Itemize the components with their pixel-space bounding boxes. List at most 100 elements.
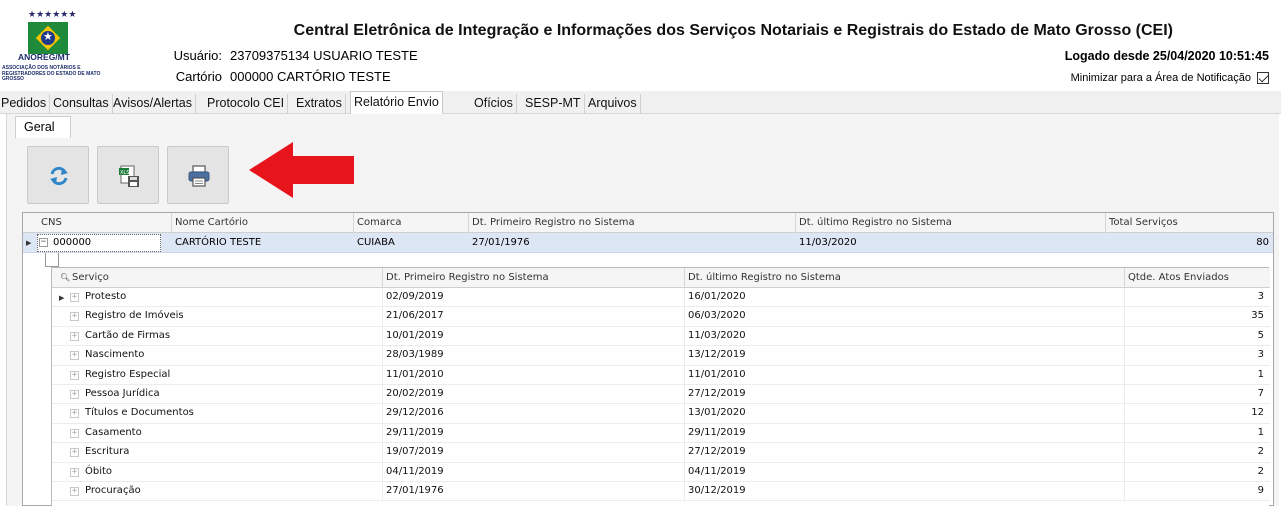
cell-detail-ultimo: 11/03/2020	[688, 329, 746, 341]
cartorio-value: 000000 CARTÓRIO TESTE	[230, 69, 391, 84]
cell-servico: Casamento	[85, 426, 142, 438]
col-dt-primeiro[interactable]: Dt. Primeiro Registro no Sistema	[472, 217, 635, 228]
cell-servico: Nascimento	[85, 349, 145, 361]
expand-icon[interactable]: +	[70, 312, 79, 322]
col-cns[interactable]: CNS	[41, 217, 62, 228]
cell-detail-primeiro: 11/01/2010	[386, 368, 444, 380]
col-nome-cartorio[interactable]: Nome Cartório	[175, 217, 248, 228]
cell-servico: Registro Especial	[85, 368, 171, 380]
list-item[interactable]: + Óbito 04/11/2019 04/11/2019 2	[52, 462, 1270, 482]
cell-detail-primeiro: 04/11/2019	[386, 465, 444, 477]
export-excel-button[interactable]: XLS	[97, 146, 159, 204]
expand-icon[interactable]: +	[70, 351, 79, 361]
detail-grid: 🔍︎ Serviço Dt. Primeiro Registro no Sist…	[51, 267, 1270, 506]
cell-qtde: 2	[1257, 465, 1264, 477]
refresh-button[interactable]	[27, 146, 89, 204]
list-item[interactable]: + Pessoa Jurídica 20/02/2019 27/12/2019 7	[52, 385, 1270, 405]
col-servico[interactable]: Serviço	[72, 272, 109, 283]
subtab-geral[interactable]: Geral	[15, 116, 71, 138]
expand-icon[interactable]: +	[70, 370, 79, 380]
cell-qtde: 2	[1257, 446, 1264, 458]
minimize-option[interactable]: Minimizar para a Área de Notificação	[1071, 72, 1269, 84]
col-detail-ultimo[interactable]: Dt. último Registro no Sistema	[688, 272, 841, 283]
grid-header: CNS Nome Cartório Comarca Dt. Primeiro R…	[23, 213, 1273, 233]
user-value: 23709375134 USUARIO TESTE	[230, 48, 418, 63]
expand-icon[interactable]: +	[70, 428, 79, 438]
print-button[interactable]	[167, 146, 229, 204]
list-item[interactable]: + Registro de Imóveis 21/06/2017 06/03/2020…	[52, 307, 1270, 327]
cell-servico: Registro de Imóveis	[85, 310, 184, 322]
refresh-icon	[50, 166, 68, 186]
cell-detail-ultimo: 29/11/2019	[688, 426, 746, 438]
logo-stars: ★★★★★★	[28, 10, 77, 20]
svg-text:XLS: XLS	[120, 170, 129, 176]
cell-servico: Protesto	[85, 291, 127, 302]
cell-servico: Procuração	[85, 485, 141, 496]
cell-nome: CARTÓRIO TESTE	[175, 237, 262, 248]
tab-extratos[interactable]: Extratos	[293, 94, 346, 114]
expand-icon[interactable]: +	[70, 409, 79, 419]
tab-avisos-alertas[interactable]: Avisos/Alertas	[110, 94, 196, 114]
cell-qtde: 5	[1257, 329, 1264, 341]
user-label: Usuário:	[173, 48, 222, 63]
tab-oficios[interactable]: Ofícios	[471, 94, 517, 114]
minimize-label: Minimizar para a Área de Notificação	[1070, 72, 1251, 84]
cell-cns: 000000	[53, 237, 92, 248]
expand-icon[interactable]: +	[70, 331, 79, 341]
detail-header: 🔍︎ Serviço Dt. Primeiro Registro no Sist…	[52, 268, 1270, 288]
expand-icon[interactable]: +	[70, 390, 79, 399]
cell-detail-primeiro: 21/06/2017	[386, 310, 444, 322]
cell-servico: Pessoa Jurídica	[85, 388, 160, 399]
tab-pedidos[interactable]: Pedidos	[0, 94, 51, 114]
app-header: ★★★★★★ ★ ANOREG/MT ASSOCIAÇÃO DOS NOTÁRI…	[0, 0, 1281, 92]
printer-icon	[188, 165, 210, 187]
col-qtde-atos[interactable]: Qtde. Atos Enviados	[1128, 272, 1229, 283]
excel-save-icon: XLS	[119, 165, 139, 187]
search-icon[interactable]: 🔍︎	[60, 273, 70, 282]
list-item[interactable]: + Cartão de Firmas 10/01/2019 11/03/2020 5	[52, 326, 1270, 347]
red-arrow-icon	[249, 142, 354, 198]
tab-arquivos[interactable]: Arquivos	[585, 94, 641, 114]
list-item[interactable]: + Nascimento 28/03/1989 13/12/2019 3	[52, 346, 1270, 366]
expand-icon[interactable]: +	[70, 293, 79, 302]
cell-total: 80	[1256, 237, 1269, 248]
list-item[interactable]: + Casamento 29/11/2019 29/11/2019 1	[52, 423, 1270, 444]
minimize-checkbox[interactable]	[1257, 72, 1269, 84]
list-item[interactable]: ▶ + Protesto 02/09/2019 16/01/2020 3	[52, 288, 1270, 308]
cell-qtde: 1	[1257, 368, 1264, 380]
col-dt-ultimo[interactable]: Dt. último Registro no Sistema	[799, 217, 952, 228]
cell-detail-ultimo: 27/12/2019	[688, 446, 746, 458]
anoreg-logo: ★★★★★★ ★ ANOREG/MT ASSOCIAÇÃO DOS NOTÁRI…	[2, 10, 122, 86]
col-detail-primeiro[interactable]: Dt. Primeiro Registro no Sistema	[386, 272, 549, 283]
collapse-icon[interactable]: −	[39, 238, 48, 247]
cell-detail-primeiro: 19/07/2019	[386, 446, 444, 458]
col-comarca[interactable]: Comarca	[357, 217, 402, 228]
expand-icon[interactable]: +	[70, 448, 79, 458]
row-indicator-icon: ▶	[59, 294, 65, 302]
cell-primeiro: 27/01/1976	[472, 237, 530, 248]
cell-detail-primeiro: 02/09/2019	[386, 291, 444, 302]
tab-protocolo-cei[interactable]: Protocolo CEI	[204, 94, 289, 114]
cell-detail-primeiro: 29/12/2016	[386, 407, 444, 419]
expand-icon[interactable]: +	[70, 467, 79, 477]
logo-subtitle: ASSOCIAÇÃO DOS NOTÁRIOS E REGISTRADORES …	[2, 65, 101, 82]
tab-consultas[interactable]: Consultas	[50, 94, 113, 114]
cell-comarca: CUIABA	[357, 237, 395, 248]
tab-sesp-mt[interactable]: SESP-MT	[522, 94, 585, 114]
col-total-servicos[interactable]: Total Serviços	[1109, 217, 1178, 228]
logged-since: Logado desde 25/04/2020 10:51:45	[1064, 49, 1269, 63]
expand-icon[interactable]: +	[70, 487, 79, 496]
cell-detail-primeiro: 27/01/1976	[386, 485, 444, 496]
cell-servico: Óbito	[85, 465, 113, 477]
list-item[interactable]: + Registro Especial 11/01/2010 11/01/2010 1	[52, 365, 1270, 385]
cell-qtde: 3	[1257, 349, 1264, 361]
cell-detail-ultimo: 06/03/2020	[688, 310, 746, 322]
list-item[interactable]: + Escritura 19/07/2019 27/12/2019 2	[52, 443, 1270, 463]
table-row[interactable]: ▶ − 000000 CARTÓRIO TESTE CUIABA 27/01/1…	[23, 233, 1273, 253]
cell-detail-ultimo: 16/01/2020	[688, 291, 746, 302]
list-item[interactable]: + Procuração 27/01/1976 30/12/2019 9	[52, 482, 1270, 502]
list-item[interactable]: + Títulos e Documentos 29/12/2016 13/01/202…	[52, 404, 1270, 424]
tab-relatorio-envio[interactable]: Relatório Envio	[350, 91, 443, 115]
cell-detail-ultimo: 13/12/2019	[688, 349, 746, 361]
main-tab-bar: Pedidos Consultas Avisos/Alertas Protoco…	[0, 91, 1281, 115]
